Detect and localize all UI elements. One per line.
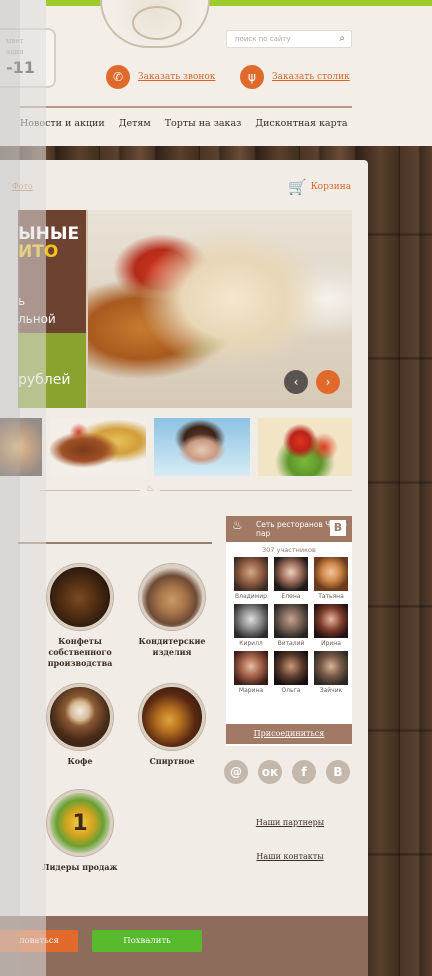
- vk-join-button[interactable]: Присоединиться: [226, 724, 352, 744]
- thumbnail[interactable]: [258, 418, 352, 476]
- call-request-label: Заказать звонок: [138, 72, 216, 82]
- avatar: [234, 604, 268, 638]
- vk-member[interactable]: Зайчик: [312, 651, 350, 694]
- category-coffee[interactable]: Кофе: [30, 684, 130, 767]
- member-name: Кирилл: [239, 640, 263, 647]
- avatar: [274, 557, 308, 591]
- member-name: Татьяна: [318, 593, 344, 600]
- main-nav: Новости и акции Детям Торты на заказ Дис…: [20, 118, 352, 129]
- vk-member[interactable]: Татьяна: [312, 557, 350, 600]
- vk-member[interactable]: Ольга: [272, 651, 310, 694]
- category-candy[interactable]: Конфеты собственного производства: [30, 564, 130, 669]
- member-name: Зайчик: [319, 687, 343, 694]
- chef-hat-icon: ♨: [232, 518, 243, 532]
- category-drinks[interactable]: Спиртное: [122, 684, 222, 767]
- cart-link[interactable]: 🛒 Корзина: [288, 178, 351, 196]
- thumbnail[interactable]: [50, 418, 146, 476]
- chevron-left-icon: ‹: [293, 375, 299, 389]
- phone-icon: ✆: [106, 65, 130, 89]
- side-overlay-edge: [0, 0, 20, 976]
- search-placeholder: поиск по сайту: [235, 35, 291, 43]
- vk-member[interactable]: Марина: [232, 651, 270, 694]
- call-request-link[interactable]: ✆ Заказать звонок: [106, 64, 215, 90]
- category-image: [47, 684, 113, 750]
- promo-line-4: льной: [18, 312, 56, 326]
- member-name: Елена: [281, 593, 301, 600]
- fork-knife-icon: ψ: [240, 65, 264, 89]
- social-links: @ ок f B: [224, 760, 350, 784]
- category-pastry[interactable]: Кондитерские изделия: [122, 564, 222, 658]
- nav-item-kids[interactable]: Детям: [119, 118, 151, 129]
- cart-icon: 🛒: [288, 178, 307, 196]
- cart-label: Корзина: [310, 182, 352, 192]
- vk-member[interactable]: Ирина: [312, 604, 350, 647]
- member-name: Ирина: [321, 640, 341, 647]
- vk-member-count: 307 участников: [262, 546, 316, 554]
- category-label: Лидеры продаж: [42, 862, 118, 872]
- member-name: Владимир: [235, 593, 267, 600]
- slider-next-button[interactable]: ›: [316, 370, 340, 394]
- category-label: Кофе: [67, 756, 93, 766]
- banner-food-image: [88, 210, 352, 408]
- section-divider: [40, 490, 352, 491]
- slider-thumbnails: [0, 418, 352, 476]
- vk-member[interactable]: Кирилл: [232, 604, 270, 647]
- avatar: [314, 604, 348, 638]
- slider-prev-button[interactable]: ‹: [284, 370, 308, 394]
- praise-button[interactable]: Похвалить: [92, 930, 202, 952]
- category-label: Кондитерские изделия: [138, 636, 206, 657]
- category-image: [139, 684, 205, 750]
- partners-link[interactable]: Наши партнеры: [230, 812, 350, 834]
- category-image: [47, 564, 113, 630]
- vk-icon[interactable]: B: [326, 760, 350, 784]
- avatar: [314, 651, 348, 685]
- section-underline: [18, 542, 212, 544]
- member-name: Ольга: [281, 687, 301, 694]
- category-image: [139, 564, 205, 630]
- search-input[interactable]: поиск по сайту ⌕: [226, 30, 352, 48]
- main-content: Фото 🛒 Корзина ЫНЫЕ ИТО ь льной рублей ‹…: [0, 160, 368, 938]
- nav-item-discount-card[interactable]: Дисконтная карта: [255, 118, 347, 129]
- banner-promo-panel: ЫНЫЕ ИТО ь льной рублей: [18, 210, 86, 408]
- vk-members-grid: Владимир Елена Татьяна Кирилл Виталий Ир…: [226, 557, 352, 694]
- avatar: [314, 557, 348, 591]
- logo[interactable]: [100, 0, 210, 48]
- mail-icon[interactable]: @: [224, 760, 248, 784]
- vk-member[interactable]: Виталий: [272, 604, 310, 647]
- promo-price: рублей: [18, 372, 71, 388]
- vk-member[interactable]: Елена: [272, 557, 310, 600]
- vk-widget-header[interactable]: ♨ Сеть ресторанов Чудо-пар B: [226, 516, 352, 542]
- member-name: Виталий: [277, 640, 305, 647]
- avatar: [274, 651, 308, 685]
- avatar: [234, 651, 268, 685]
- site-header: ывет ация -11 поиск по сайту ⌕ ✆ Заказат…: [0, 0, 432, 146]
- vk-logo-icon: B: [330, 520, 346, 536]
- category-bestsellers[interactable]: 1 Лидеры продаж: [30, 790, 130, 873]
- nav-item-cakes[interactable]: Торты на заказ: [165, 118, 242, 129]
- category-label: Конфеты собственного производства: [47, 636, 113, 668]
- thumbnail[interactable]: [154, 418, 250, 476]
- category-label: Спиртное: [149, 756, 195, 766]
- table-booking-label: Заказать столик: [272, 72, 350, 82]
- member-name: Марина: [238, 687, 264, 694]
- avatar: [274, 604, 308, 638]
- odnoklassniki-icon[interactable]: ок: [258, 760, 282, 784]
- vk-member[interactable]: Владимир: [232, 557, 270, 600]
- vk-widget: ♨ Сеть ресторанов Чудо-пар B 307 участни…: [226, 516, 352, 746]
- chevron-right-icon: ›: [325, 375, 331, 389]
- chef-hat-icon: ♨: [140, 484, 160, 496]
- avatar: [234, 557, 268, 591]
- medal-icon: 1: [47, 790, 113, 856]
- table-booking-link[interactable]: ψ Заказать столик: [240, 64, 350, 90]
- nav-divider: [20, 106, 352, 108]
- contacts-link[interactable]: Наши контакты: [230, 846, 350, 868]
- facebook-icon[interactable]: f: [292, 760, 316, 784]
- search-icon[interactable]: ⌕: [339, 33, 345, 44]
- promo-line-1: ЫНЫЕ: [18, 224, 80, 244]
- nav-item-news[interactable]: Новости и акции: [20, 118, 105, 129]
- promo-line-2: ИТО: [18, 242, 59, 262]
